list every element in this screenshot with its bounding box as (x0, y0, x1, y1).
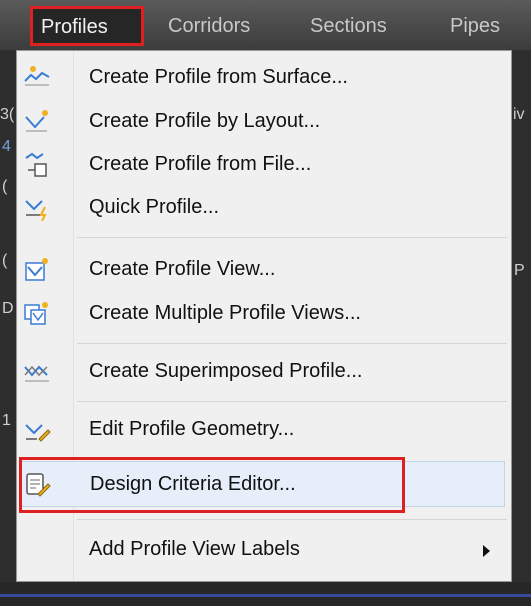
background-text-fragment: P (514, 262, 525, 279)
profile-surface-icon (24, 66, 50, 86)
profiles-dropdown-menu: Create Profile from Surface... Create Pr… (16, 50, 512, 582)
background-text-fragment: iv (513, 106, 525, 123)
design-criteria-highlight-box (19, 457, 405, 513)
quick-profile-icon (25, 200, 47, 221)
background-selection-line (0, 594, 531, 597)
menu-item-create-superimposed-profile[interactable]: Create Superimposed Profile... (17, 351, 511, 391)
edit-geometry-icon (25, 424, 51, 442)
menu-item-label: Create Profile from Surface... (89, 66, 348, 88)
menu-item-label: Create Profile by Layout... (89, 110, 321, 132)
menu-item-label: Create Multiple Profile Views... (89, 302, 361, 324)
profile-file-icon (25, 152, 47, 177)
menu-item-label: Add Profile View Labels (89, 538, 300, 560)
menu-pipes[interactable]: Pipes (450, 14, 500, 38)
menu-corridors[interactable]: Corridors (168, 14, 250, 38)
menu-item-create-profile-from-surface[interactable]: Create Profile from Surface... (17, 57, 511, 97)
submenu-arrow-icon (483, 545, 490, 557)
background-text-fragment: 1 (2, 412, 11, 429)
menu-profiles-label: Profiles (41, 16, 108, 38)
menu-item-create-multiple-profile-views[interactable]: Create Multiple Profile Views... (17, 293, 511, 333)
menu-item-label: Create Superimposed Profile... (89, 360, 363, 382)
superimposed-profile-icon (24, 365, 49, 382)
menu-item-label: Quick Profile... (89, 196, 220, 218)
menu-item-label: Create Profile from File... (89, 153, 312, 175)
menu-item-create-profile-by-layout[interactable]: Create Profile by Layout... (17, 101, 511, 141)
profile-layout-icon (25, 110, 48, 132)
background-text-fragment: D (2, 300, 14, 317)
background-panel-left (0, 50, 16, 606)
background-text-fragment: 4 (2, 138, 11, 155)
menu-item-label: Create Profile View... (89, 258, 276, 280)
menu-sections[interactable]: Sections (310, 14, 387, 38)
menu-bar: Profiles Corridors Sections Pipes (0, 0, 531, 50)
profile-view-icon (25, 258, 48, 281)
background-panel-right (512, 50, 531, 606)
background-text-fragment: ( (2, 252, 8, 269)
background-panel-bottom (0, 582, 531, 606)
menu-separator (77, 343, 507, 344)
menu-item-create-profile-from-file[interactable]: Create Profile from File... (17, 144, 511, 184)
menu-separator (77, 519, 507, 520)
menu-separator (77, 237, 507, 238)
menu-item-quick-profile[interactable]: Quick Profile... (17, 187, 511, 227)
menu-item-create-profile-view[interactable]: Create Profile View... (17, 249, 511, 289)
menu-item-add-profile-view-labels[interactable]: Add Profile View Labels (17, 529, 511, 569)
menu-profiles[interactable]: Profiles (30, 6, 144, 46)
menu-item-edit-profile-geometry[interactable]: Edit Profile Geometry... (17, 409, 511, 449)
background-text-fragment: 3( (0, 106, 15, 123)
multiple-profile-views-icon (24, 302, 48, 325)
background-text-fragment: ( (2, 178, 8, 195)
menu-item-label: Edit Profile Geometry... (89, 418, 295, 440)
menu-separator (77, 401, 507, 402)
